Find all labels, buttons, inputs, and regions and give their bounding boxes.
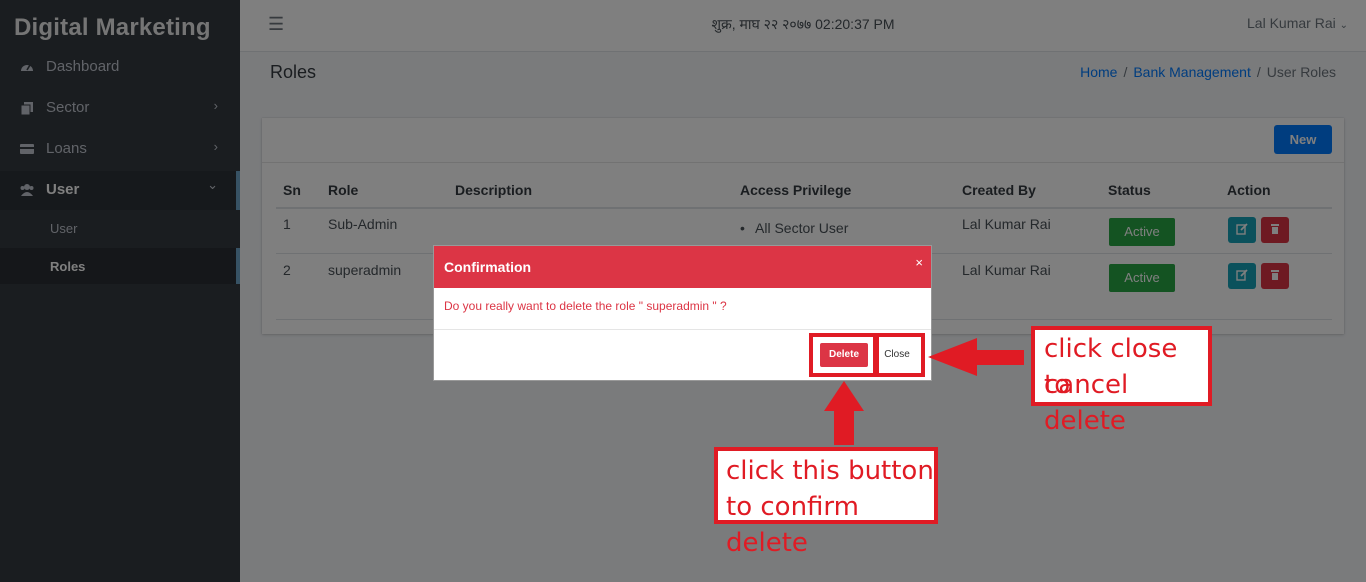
close-annotation-line-2: cancel delete bbox=[1044, 370, 1129, 436]
arrow-left-icon bbox=[928, 338, 1024, 376]
close-annotation-box: click close to cancel delete bbox=[1031, 326, 1212, 436]
annotation-arrows bbox=[824, 338, 1024, 445]
delete-annotation-line-1: click this button bbox=[726, 456, 934, 486]
arrow-up-icon bbox=[824, 381, 864, 445]
delete-annotation-line-2: to confirm delete bbox=[726, 492, 859, 558]
delete-annotation-box: click this button to confirm delete bbox=[714, 447, 938, 558]
